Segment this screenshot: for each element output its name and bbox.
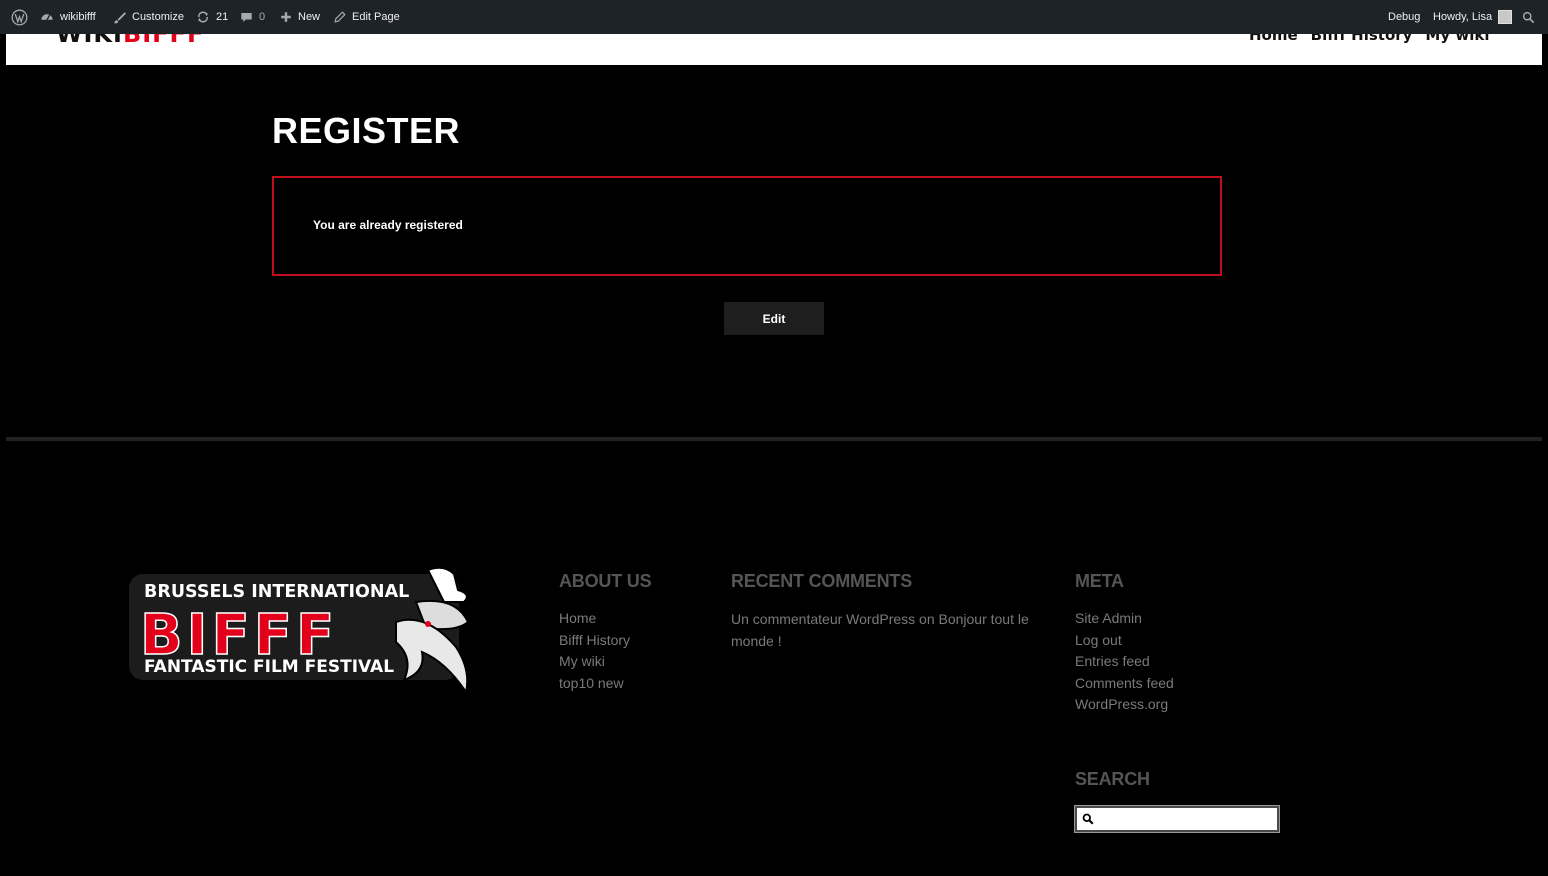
site-name-link[interactable]: wikibifff [40,0,96,34]
nav-item-my-wiki[interactable]: My wiki [1425,34,1489,45]
footer-link-home[interactable]: Home [559,608,630,630]
new-content-link[interactable]: New [280,0,320,34]
search-field[interactable] [1074,805,1280,833]
page-title: REGISTER [272,110,461,151]
search-input[interactable] [1099,809,1275,829]
pencil-icon [334,11,346,23]
plus-icon [281,12,291,22]
search-title: SEARCH [1075,769,1150,789]
site-logo-bifff: BIFFF [122,34,205,48]
debug-link[interactable]: Debug [1388,0,1420,34]
edit-button[interactable]: Edit [724,302,824,335]
admin-search-icon[interactable] [1522,0,1535,34]
bifff-logo: BRUSSELS INTERNATIONAL BIFFF FANTASTIC F… [129,566,470,695]
meta-list: Site Admin Log out Entries feed Comments… [1075,608,1174,716]
footer-divider [6,437,1542,441]
updates-count: 21 [216,11,229,23]
notice-text: You are already registered [313,218,463,232]
meta-link-entries-feed[interactable]: Entries feed [1075,651,1174,673]
nav-item-bifff-history[interactable]: Bifff History [1311,34,1413,45]
page-frame: WIKIBIFFF Home Bifff History My wiki REG… [6,34,1542,872]
about-us-title: ABOUT US [559,571,652,591]
dashboard-icon [41,14,53,21]
edit-page-link[interactable]: Edit Page [334,0,400,34]
meta-title: META [1075,571,1124,591]
new-label: New [298,11,321,23]
site-logo-wiki: WIKI [56,34,123,48]
updates-icon [198,11,208,23]
nav-item-home[interactable]: Home [1249,34,1298,45]
meta-link-comments-feed[interactable]: Comments feed [1075,673,1174,695]
avatar [1498,10,1513,24]
logo-line-1: BRUSSELS INTERNATIONAL [144,582,409,602]
brush-icon [113,11,126,23]
account-menu[interactable]: Howdy, Lisa [1433,0,1513,34]
edit-page-label: Edit Page [352,11,400,23]
admin-bar: wikibifff Customize 21 0 New Edit Page D… [0,0,1548,34]
comments-count: 0 [259,11,266,23]
howdy-label: Howdy, Lisa [1433,11,1493,23]
footer-link-my-wiki[interactable]: My wiki [559,651,630,673]
customize-link[interactable]: Customize [113,0,184,34]
recent-comment-item[interactable]: Un commentateur WordPress on Bonjour tou… [731,608,1031,652]
site-logo[interactable]: WIKIBIFFF [56,34,204,46]
meta-link-site-admin[interactable]: Site Admin [1075,608,1174,630]
meta-link-wordpress-org[interactable]: WordPress.org [1075,694,1174,716]
notice-box: You are already registered [272,176,1222,276]
footer-link-top10-new[interactable]: top10 new [559,673,630,695]
about-us-list: Home Bifff History My wiki top10 new [559,608,630,694]
logo-line-3: FANTASTIC FILM FESTIVAL [144,657,394,677]
site-header: WIKIBIFFF Home Bifff History My wiki [6,34,1542,65]
comment-icon [241,12,252,22]
wordpress-logo-icon[interactable] [11,0,28,34]
debug-label: Debug [1388,11,1421,23]
updates-link[interactable]: 21 [196,0,228,34]
footer-link-bifff-history[interactable]: Bifff History [559,630,630,652]
comments-link[interactable]: 0 [240,0,265,34]
customize-label: Customize [132,11,184,23]
search-icon [1082,813,1094,825]
main-nav: Home Bifff History My wiki [1249,34,1489,45]
meta-link-log-out[interactable]: Log out [1075,630,1174,652]
recent-comments-title: RECENT COMMENTS [731,571,912,591]
site-name: wikibifff [60,11,96,23]
